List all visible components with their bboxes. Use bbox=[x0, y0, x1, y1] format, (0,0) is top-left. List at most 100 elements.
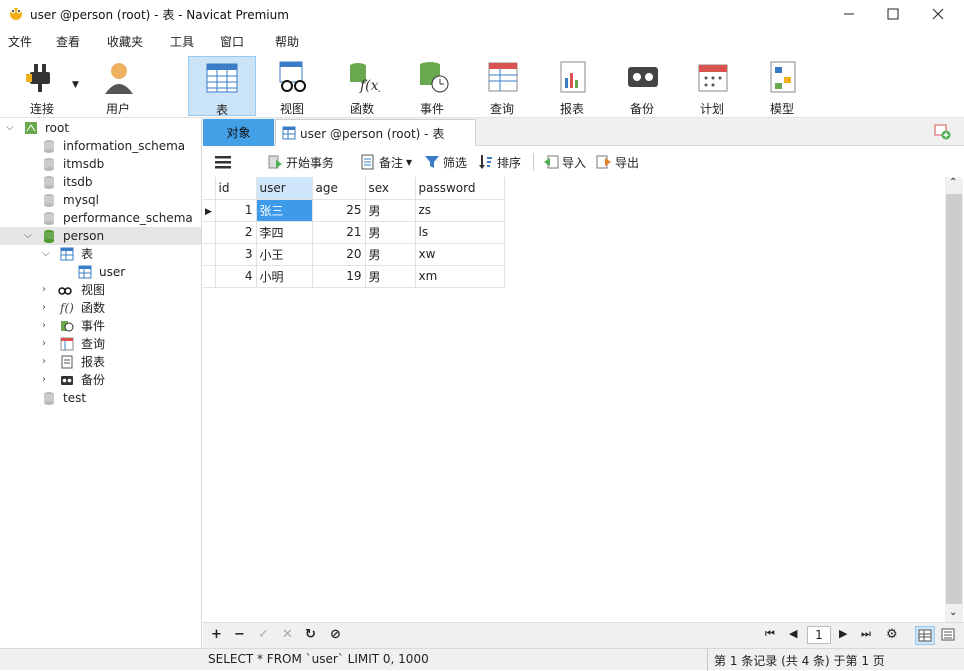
column-header-sex[interactable]: sex bbox=[365, 177, 416, 200]
cell-sex[interactable]: 男 bbox=[365, 199, 416, 222]
row-header[interactable] bbox=[203, 265, 216, 288]
menu-favorites[interactable]: 收藏夹 bbox=[107, 33, 143, 50]
tree-item-events[interactable]: › 事件 bbox=[0, 317, 201, 335]
menu-help[interactable]: 帮助 bbox=[275, 33, 299, 50]
expand-arrow-icon[interactable]: › bbox=[42, 299, 46, 317]
collapse-arrow-icon[interactable]: ⌵ bbox=[24, 227, 32, 245]
cell-sex[interactable]: 男 bbox=[365, 265, 416, 288]
tree-item-queries[interactable]: › 查询 bbox=[0, 335, 201, 353]
cell-user[interactable]: 小王 bbox=[256, 243, 313, 266]
cell-sex[interactable]: 男 bbox=[365, 221, 416, 244]
cell-age[interactable]: 20 bbox=[312, 243, 366, 266]
scrollbar-thumb[interactable] bbox=[946, 194, 962, 604]
connect-button[interactable]: ▼ 连接 bbox=[10, 56, 79, 116]
expand-arrow-icon[interactable]: › bbox=[42, 281, 46, 299]
tree-item-performance-schema[interactable]: performance_schema bbox=[0, 209, 201, 227]
minimize-button[interactable] bbox=[826, 0, 872, 28]
grid-view-button[interactable] bbox=[915, 626, 935, 645]
cell-user[interactable]: 张三 bbox=[256, 199, 313, 222]
sort-button[interactable]: 排序 bbox=[478, 153, 521, 171]
begin-transaction-button[interactable]: 开始事务 bbox=[267, 153, 334, 171]
tree-item-person[interactable]: ⌵ person bbox=[0, 227, 201, 245]
cell-id[interactable]: 1 bbox=[215, 199, 257, 222]
form-view-button[interactable] bbox=[939, 626, 959, 645]
vertical-scrollbar[interactable]: ⌃ ⌄ bbox=[945, 177, 963, 622]
report-button[interactable]: 报表 bbox=[540, 56, 604, 116]
cell-password[interactable]: zs bbox=[415, 199, 505, 222]
tree-item-information-schema[interactable]: information_schema bbox=[0, 137, 201, 155]
table-button[interactable]: 表 bbox=[188, 56, 256, 117]
row-header[interactable] bbox=[203, 221, 216, 244]
cell-age[interactable]: 25 bbox=[312, 199, 366, 222]
import-button[interactable]: 导入 bbox=[543, 153, 586, 171]
add-record-icon[interactable]: + bbox=[211, 627, 222, 642]
last-page-icon[interactable]: ⏭ bbox=[861, 627, 871, 641]
column-header-id[interactable]: id bbox=[215, 177, 257, 200]
apply-changes-icon[interactable]: ✓ bbox=[258, 627, 269, 642]
expand-arrow-icon[interactable]: › bbox=[42, 371, 46, 389]
tree-item-backups[interactable]: › 备份 bbox=[0, 371, 201, 389]
cell-password[interactable]: xw bbox=[415, 243, 505, 266]
cell-user[interactable]: 李四 bbox=[256, 221, 313, 244]
expand-arrow-icon[interactable]: › bbox=[42, 353, 46, 371]
cell-password[interactable]: xm bbox=[415, 265, 505, 288]
query-button[interactable]: 查询 bbox=[470, 56, 534, 116]
expand-arrow-icon[interactable]: › bbox=[42, 317, 46, 335]
cell-user[interactable]: 小明 bbox=[256, 265, 313, 288]
menu-view[interactable]: 查看 bbox=[56, 33, 80, 50]
scroll-up-icon[interactable]: ⌃ bbox=[949, 177, 957, 188]
user-button[interactable]: 用户 bbox=[86, 56, 150, 116]
export-button[interactable]: 导出 bbox=[596, 153, 639, 171]
column-header-password[interactable]: password bbox=[415, 177, 505, 200]
view-button[interactable]: 视图 bbox=[260, 56, 324, 116]
menu-tools[interactable]: 工具 bbox=[170, 33, 194, 50]
memo-button[interactable]: 备注 ▼ bbox=[360, 153, 412, 171]
cell-sex[interactable]: 男 bbox=[365, 243, 416, 266]
new-tab-icon[interactable] bbox=[934, 124, 952, 140]
row-header[interactable] bbox=[203, 243, 216, 266]
collapse-arrow-icon[interactable]: ⌵ bbox=[6, 119, 14, 137]
cell-id[interactable]: 4 bbox=[215, 265, 257, 288]
tab-user-table[interactable]: user @person (root) - 表 bbox=[275, 119, 476, 146]
backup-button[interactable]: 备份 bbox=[610, 56, 674, 116]
expand-arrow-icon[interactable]: › bbox=[42, 335, 46, 353]
menu-file[interactable]: 文件 bbox=[8, 33, 32, 50]
previous-page-icon[interactable]: ◀ bbox=[789, 627, 797, 640]
tree-item-reports[interactable]: › 报表 bbox=[0, 353, 201, 371]
table-row[interactable]: ▶ 1 张三 25 男 zs bbox=[203, 199, 505, 222]
cell-id[interactable]: 2 bbox=[215, 221, 257, 244]
next-page-icon[interactable]: ▶ bbox=[839, 627, 847, 640]
first-page-icon[interactable]: ⏮ bbox=[765, 627, 775, 641]
tab-objects[interactable]: 对象 bbox=[203, 119, 274, 146]
collapse-arrow-icon[interactable]: ⌵ bbox=[42, 245, 50, 263]
event-button[interactable]: 事件 bbox=[400, 56, 464, 116]
schedule-button[interactable]: 计划 bbox=[680, 56, 744, 116]
maximize-button[interactable] bbox=[870, 0, 916, 28]
menu-button[interactable] bbox=[215, 153, 231, 171]
scroll-down-icon[interactable]: ⌄ bbox=[949, 607, 957, 618]
tree-item-views[interactable]: › 视图 bbox=[0, 281, 201, 299]
tree-item-itmsdb[interactable]: itmsdb bbox=[0, 155, 201, 173]
function-button[interactable]: f(x) 函数 bbox=[330, 56, 394, 116]
tree-item-tables[interactable]: ⌵ 表 bbox=[0, 245, 201, 263]
cell-age[interactable]: 21 bbox=[312, 221, 366, 244]
connect-dropdown-arrow-icon[interactable]: ▼ bbox=[72, 80, 79, 90]
settings-gear-icon[interactable]: ⚙ bbox=[886, 627, 898, 642]
discard-changes-icon[interactable]: ✕ bbox=[282, 627, 293, 642]
filter-button[interactable]: 筛选 bbox=[424, 153, 467, 171]
table-row[interactable]: 3 小王 20 男 xw bbox=[203, 243, 505, 266]
menu-window[interactable]: 窗口 bbox=[220, 33, 244, 50]
tree-item-test[interactable]: test bbox=[0, 389, 201, 407]
column-header-user[interactable]: user bbox=[256, 177, 313, 200]
tree-item-table-user[interactable]: user bbox=[0, 263, 201, 281]
delete-record-icon[interactable]: − bbox=[234, 627, 245, 642]
tree-item-mysql[interactable]: mysql bbox=[0, 191, 201, 209]
cell-password[interactable]: ls bbox=[415, 221, 505, 244]
model-button[interactable]: 模型 bbox=[750, 56, 814, 116]
cell-age[interactable]: 19 bbox=[312, 265, 366, 288]
tree-item-functions[interactable]: › f() 函数 bbox=[0, 299, 201, 317]
tree-item-itsdb[interactable]: itsdb bbox=[0, 173, 201, 191]
table-row[interactable]: 4 小明 19 男 xm bbox=[203, 265, 505, 288]
table-row[interactable]: 2 李四 21 男 ls bbox=[203, 221, 505, 244]
tree-item-root[interactable]: ⌵ root bbox=[0, 119, 201, 137]
